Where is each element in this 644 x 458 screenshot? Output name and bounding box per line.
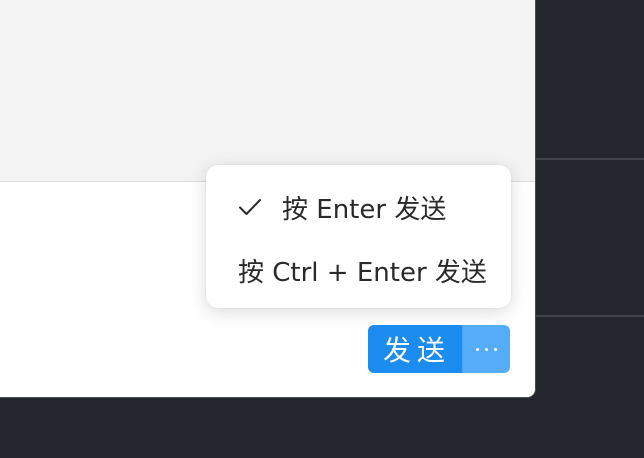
menu-item-enter-send[interactable]: 按 Enter 发送 — [206, 179, 511, 235]
more-icon — [476, 347, 479, 351]
send-button[interactable]: 发送 — [368, 325, 462, 373]
send-button-group: 发送 — [368, 325, 510, 373]
menu-item-label: 按 Ctrl + Enter 发送 — [238, 257, 487, 288]
background-divider — [536, 315, 644, 317]
check-icon — [239, 199, 261, 215]
background-divider — [536, 158, 644, 160]
screen: 按 Enter 发送 按 Ctrl + Enter 发送 发送 — [0, 0, 644, 458]
send-shortcut-menu: 按 Enter 发送 按 Ctrl + Enter 发送 — [206, 165, 511, 308]
menu-item-label: 按 Enter 发送 — [282, 194, 447, 225]
message-area[interactable] — [0, 0, 535, 182]
more-icon — [494, 347, 497, 351]
more-icon — [485, 347, 488, 351]
menu-item-ctrl-enter-send[interactable]: 按 Ctrl + Enter 发送 — [206, 242, 511, 298]
send-options-button[interactable] — [462, 325, 510, 373]
